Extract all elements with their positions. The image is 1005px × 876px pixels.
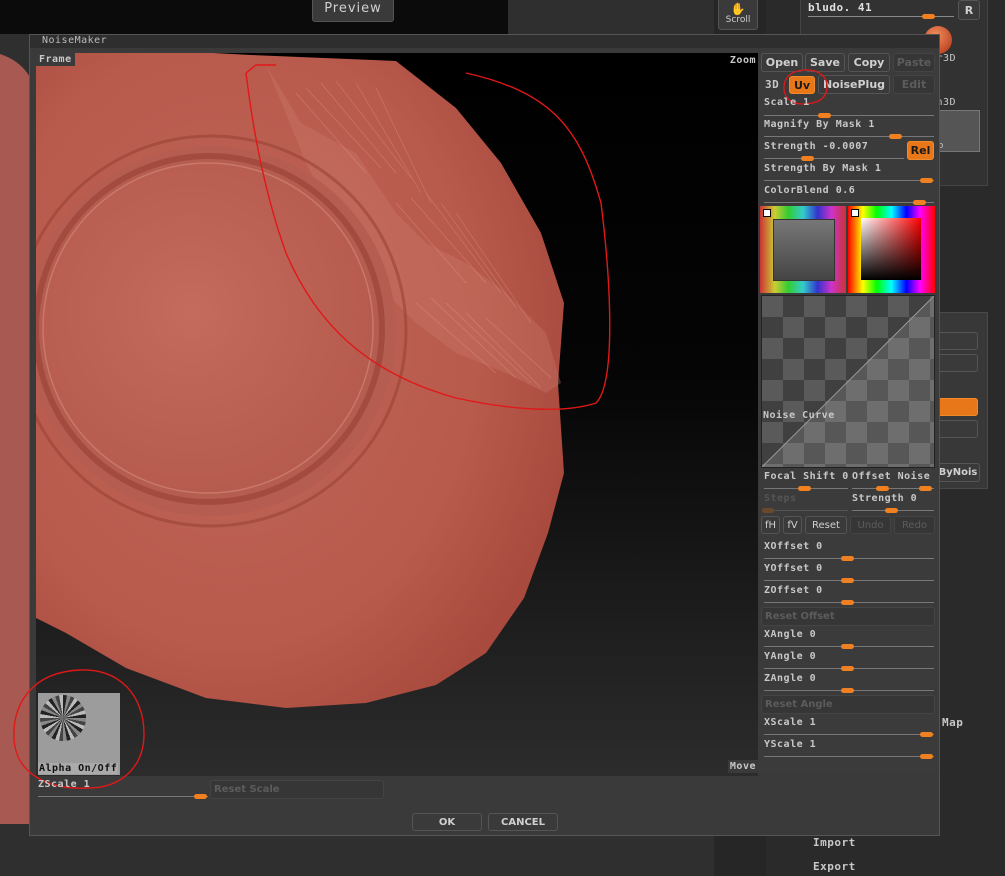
scale-slider-knob[interactable]: [818, 113, 831, 118]
xoffset-label: XOffset 0: [764, 541, 823, 552]
secondary-swatch: [773, 219, 835, 281]
mode-3d-button[interactable]: 3D: [765, 78, 779, 91]
strength-mask-slider-label: Strength By Mask 1: [764, 163, 882, 174]
import-label[interactable]: Import: [813, 836, 856, 849]
color-picker-secondary[interactable]: [760, 206, 846, 293]
reset-angle-button[interactable]: Reset Angle: [761, 695, 935, 714]
zscale-knob[interactable]: [194, 794, 207, 799]
strength-slider-knob[interactable]: [801, 156, 814, 161]
color-picker-main[interactable]: [848, 206, 935, 293]
xangle-knob[interactable]: [841, 644, 854, 649]
subpanel-orange-button[interactable]: [936, 398, 978, 416]
magnify-slider-knob[interactable]: [889, 134, 902, 139]
move-button[interactable]: Move: [727, 760, 758, 773]
xscale-label: XScale 1: [764, 717, 817, 728]
scale-slider-track[interactable]: [764, 115, 934, 116]
strength-mask-slider-track[interactable]: [764, 180, 934, 181]
focal-shift-label: Focal Shift 0: [764, 471, 849, 482]
redo-button[interactable]: Redo: [894, 516, 935, 534]
offset-noise-knob-2[interactable]: [919, 486, 932, 491]
zoom-button[interactable]: Zoom: [730, 55, 756, 66]
yangle-knob[interactable]: [841, 666, 854, 671]
secondary-marker: [763, 209, 771, 217]
yscale-label: YScale 1: [764, 739, 817, 750]
ok-button[interactable]: OK: [412, 813, 482, 831]
window-titlebar[interactable]: [30, 35, 939, 48]
map-label: Map: [942, 716, 964, 729]
copy-button[interactable]: Copy: [848, 53, 890, 72]
scale-slider-label: Scale 1: [764, 97, 810, 108]
alpha-annotation-circle: [13, 669, 145, 789]
strength-slider-track[interactable]: [764, 158, 904, 159]
frame-button[interactable]: Frame: [36, 53, 75, 66]
main-color-square: [861, 218, 921, 280]
subpanel-button-1[interactable]: [936, 332, 978, 350]
colorblend-slider-label: ColorBlend 0.6: [764, 185, 856, 196]
yoffset-label: YOffset 0: [764, 563, 823, 574]
xscale-track[interactable]: [764, 734, 934, 735]
yscale-knob[interactable]: [920, 754, 933, 759]
focal-shift-knob[interactable]: [798, 486, 811, 491]
offset-noise-knob-1[interactable]: [876, 486, 889, 491]
r-button[interactable]: R: [958, 0, 980, 20]
zangle-knob[interactable]: [841, 688, 854, 693]
rel-button[interactable]: Rel: [907, 141, 934, 160]
steps-label: Steps: [764, 493, 797, 504]
noise-curve-line: [762, 296, 934, 467]
steps-knob[interactable]: [762, 508, 774, 513]
colorblend-slider-knob[interactable]: [913, 200, 926, 205]
edit-button[interactable]: Edit: [893, 75, 935, 94]
zoffset-knob[interactable]: [841, 600, 854, 605]
xscale-knob[interactable]: [920, 732, 933, 737]
noise-curve-label: Noise Curve: [763, 410, 835, 421]
reset-button[interactable]: Reset: [805, 516, 847, 534]
brush-slider-knob[interactable]: [922, 14, 935, 19]
steps-track[interactable]: [764, 510, 848, 511]
magnify-slider-label: Magnify By Mask 1: [764, 119, 875, 130]
strength0-knob[interactable]: [885, 508, 898, 513]
strength0-label: Strength 0: [852, 493, 918, 504]
yoffset-knob[interactable]: [841, 578, 854, 583]
main-marker: [851, 209, 859, 217]
scroll-button[interactable]: ✋ Scroll: [718, 0, 758, 30]
top-dark-area: [0, 0, 508, 34]
reset-offset-button[interactable]: Reset Offset: [761, 607, 935, 626]
magnify-slider-track[interactable]: [764, 136, 934, 137]
noise-curve-editor[interactable]: Noise Curve: [761, 295, 935, 468]
preview-button[interactable]: Preview: [312, 0, 394, 22]
colorblend-slider-track[interactable]: [764, 202, 934, 203]
xoffset-knob[interactable]: [841, 556, 854, 561]
strength-mask-slider-knob[interactable]: [920, 178, 933, 183]
zoffset-label: ZOffset 0: [764, 585, 823, 596]
offset-noise-label: Offset Noise: [852, 471, 931, 482]
reset-scale-button[interactable]: Reset Scale: [210, 780, 384, 799]
undo-button[interactable]: Undo: [850, 516, 891, 534]
yscale-track[interactable]: [764, 756, 934, 757]
fv-button[interactable]: fV: [783, 516, 802, 534]
subpanel-button-3[interactable]: [936, 420, 978, 438]
brush-name-label: bludo. 41: [808, 1, 873, 14]
zscale-track[interactable]: [38, 796, 208, 797]
yangle-label: YAngle 0: [764, 651, 817, 662]
hand-icon: ✋: [730, 2, 746, 16]
xangle-label: XAngle 0: [764, 629, 817, 640]
cancel-button[interactable]: CANCEL: [488, 813, 558, 831]
zangle-label: ZAngle 0: [764, 673, 817, 684]
zscale-label: ZScale 1: [38, 779, 91, 790]
strength-slider-label: Strength -0.0007: [764, 141, 869, 152]
bynoise-button[interactable]: ByNois: [936, 463, 980, 482]
window-title: NoiseMaker: [42, 35, 108, 46]
paste-button[interactable]: Paste: [893, 53, 935, 72]
export-label[interactable]: Export: [813, 860, 856, 873]
fh-button[interactable]: fH: [761, 516, 780, 534]
subpanel-button-2[interactable]: [936, 354, 978, 372]
